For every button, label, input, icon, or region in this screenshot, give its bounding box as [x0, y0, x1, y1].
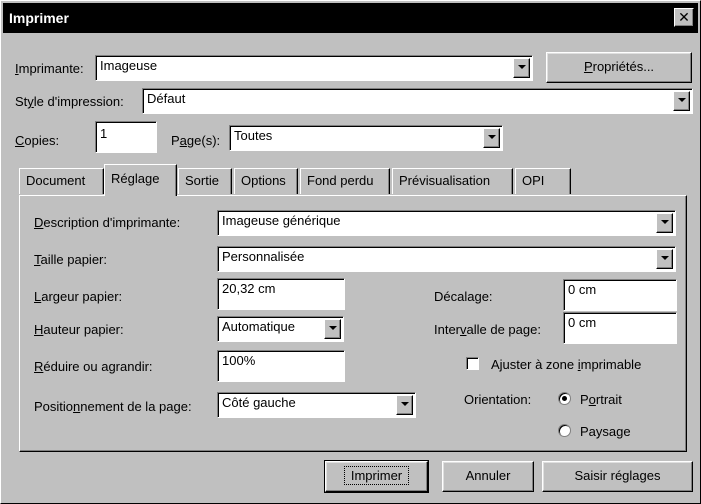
chevron-down-icon[interactable] [483, 128, 500, 148]
offset-label: Décalage: [434, 289, 493, 304]
printer-select-value: Imageuse [100, 58, 158, 73]
printer-label: Imprimante: [15, 61, 84, 76]
page-positioning-select[interactable]: Côté gauche [217, 392, 416, 418]
tab-document[interactable]: Document [19, 168, 104, 194]
chevron-down-icon[interactable] [656, 249, 673, 269]
tab-options[interactable]: Options [234, 168, 298, 194]
pages-select-value: Toutes [234, 128, 273, 143]
copies-input[interactable]: 1 [95, 121, 157, 153]
pages-label: Page(s): [171, 133, 221, 148]
copies-label: Copies: [15, 133, 60, 148]
scale-label: Réduire ou agrandir: [34, 359, 153, 374]
properties-button[interactable]: Propriétés... [546, 52, 692, 83]
tab-fond-perdu[interactable]: Fond perdu [300, 168, 390, 194]
print-button[interactable]: Imprimer [324, 460, 429, 493]
paper-height-value: Automatique [222, 319, 295, 334]
paper-width-input[interactable]: 20,32 cm [217, 278, 345, 310]
tab-reglage[interactable]: Réglage [104, 164, 177, 196]
paper-size-select[interactable]: Personnalisée [217, 246, 676, 272]
paper-height-label: Hauteur papier: [34, 322, 124, 337]
print-style-label: Style d'impression: [15, 94, 124, 109]
scale-input[interactable]: 100% [217, 350, 345, 382]
chevron-down-icon[interactable] [673, 91, 690, 111]
page-positioning-label: Positionnement de la page: [34, 399, 192, 414]
tab-sortie[interactable]: Sortie [178, 168, 232, 194]
offset-input[interactable]: 0 cm [563, 279, 677, 311]
tab-previsualisation[interactable]: Prévisualisation [392, 168, 513, 194]
printer-description-value: Imageuse générique [222, 213, 341, 228]
portrait-radio[interactable] [558, 392, 571, 405]
orientation-label: Orientation: [464, 392, 532, 407]
chevron-down-icon[interactable] [396, 395, 413, 415]
paper-height-select[interactable]: Automatique [217, 316, 344, 342]
fit-printable-checkbox[interactable] [466, 357, 479, 370]
landscape-radio[interactable] [558, 424, 571, 437]
printer-select[interactable]: Imageuse [95, 55, 533, 81]
portrait-label[interactable]: Portrait [580, 392, 622, 407]
print-dialog: Imprimer ✕ Imprimante: Imageuse Propriét… [0, 0, 701, 504]
cancel-button[interactable]: Annuler [442, 461, 534, 492]
printer-description-label: Description d'imprimante: [34, 215, 181, 230]
capture-settings-button[interactable]: Saisir réglages [542, 461, 693, 492]
close-icon: ✕ [678, 9, 690, 25]
fit-printable-label[interactable]: Ajuster à zone imprimable [491, 357, 641, 372]
page-gap-input[interactable]: 0 cm [563, 312, 677, 344]
printer-description-select[interactable]: Imageuse générique [217, 210, 676, 236]
window-title: Imprimer [9, 10, 69, 26]
print-style-value: Défaut [147, 91, 186, 106]
chevron-down-icon[interactable] [513, 58, 530, 78]
page-gap-label: Intervalle de page: [434, 322, 541, 337]
paper-size-value: Personnalisée [222, 249, 305, 264]
title-bar: Imprimer ✕ [3, 3, 698, 33]
chevron-down-icon[interactable] [656, 213, 673, 233]
paper-width-label: Largeur papier: [34, 289, 123, 304]
tab-opi[interactable]: OPI [515, 168, 571, 194]
print-style-select[interactable]: Défaut [142, 88, 693, 114]
close-button[interactable]: ✕ [674, 8, 694, 27]
pages-select[interactable]: Toutes [229, 125, 503, 151]
chevron-down-icon[interactable] [324, 319, 341, 339]
page-positioning-value: Côté gauche [222, 395, 296, 410]
paper-size-label: Taille papier: [34, 252, 107, 267]
landscape-label[interactable]: Paysage [580, 424, 631, 439]
